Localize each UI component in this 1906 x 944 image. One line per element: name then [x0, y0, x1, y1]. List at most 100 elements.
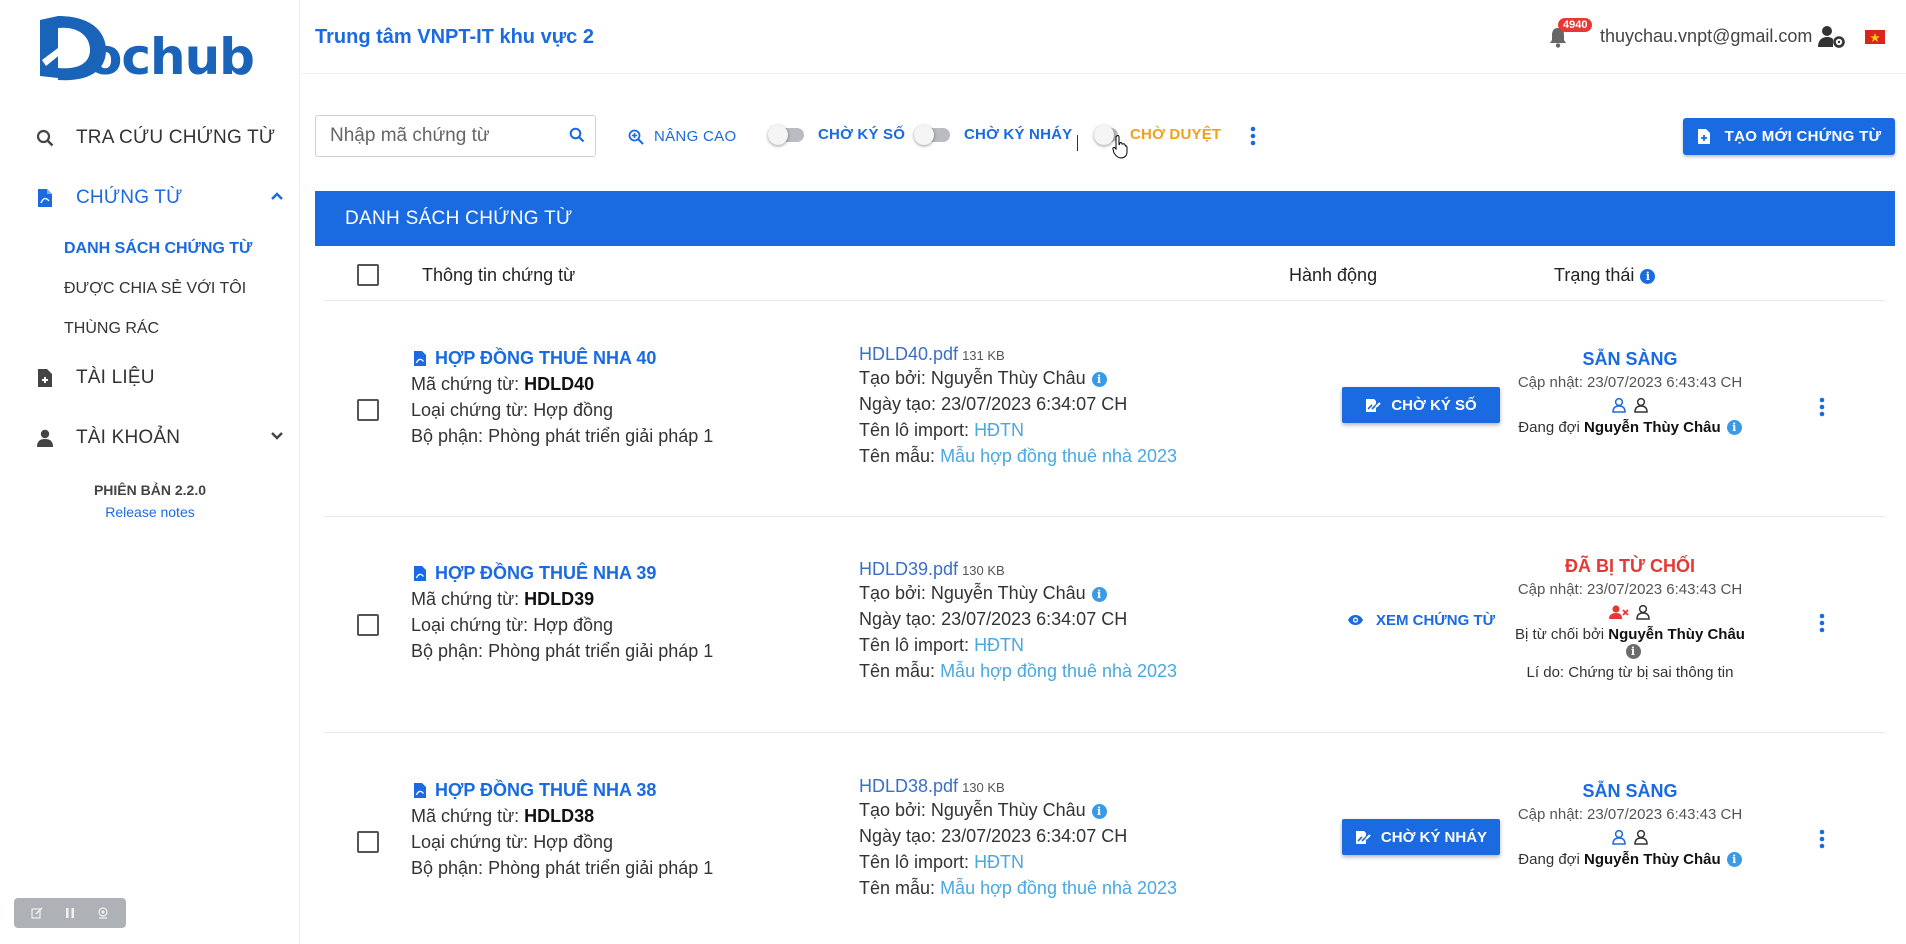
user-icon	[34, 427, 56, 449]
type-value: Hợp đồng	[533, 615, 614, 635]
batch-name: Tên lô import: HĐTN	[859, 635, 1024, 656]
chevron-down-icon[interactable]	[270, 428, 284, 446]
code-value: HDLD39	[524, 589, 595, 609]
app-logo[interactable]: ochub	[36, 14, 255, 86]
document-title-link[interactable]: HỢP ĐỒNG THUÊ NHA 40	[413, 348, 656, 369]
wait-digital-sign-button[interactable]: CHỜ KÝ SỐ	[1342, 387, 1500, 423]
edit-icon[interactable]	[30, 906, 44, 920]
pause-icon[interactable]	[63, 906, 77, 920]
user-gear-icon[interactable]	[1818, 25, 1846, 49]
file-info: HDLD38.pdf 130 KB	[859, 776, 1005, 797]
row-checkbox[interactable]	[357, 614, 379, 636]
status-updated: Cập nhật: 23/07/2023 6:43:43 CH	[1505, 374, 1755, 391]
created-at-value: 23/07/2023 6:34:07 CH	[941, 609, 1128, 629]
batch-link[interactable]: HĐTN	[974, 635, 1024, 655]
batch-link[interactable]: HĐTN	[974, 420, 1024, 440]
nav-item-files[interactable]: TÀI LIỆU	[34, 358, 284, 398]
info-icon[interactable]: i	[1091, 587, 1107, 602]
sub-item-trash[interactable]: THÙNG RÁC	[64, 320, 159, 338]
sub-item-document-list[interactable]: DANH SÁCH CHỨNG TỪ	[64, 240, 252, 258]
document-title: HỢP ĐỒNG THUÊ NHA 38	[435, 780, 657, 800]
sub-item-shared-with-me[interactable]: ĐƯỢC CHIA SẺ VỚI TÔI	[64, 280, 246, 298]
info-icon[interactable]: i	[1726, 852, 1742, 867]
user-icon[interactable]	[1611, 397, 1627, 413]
user-icon[interactable]	[1611, 829, 1627, 845]
nav-item-account[interactable]: TÀI KHOẢN	[34, 418, 284, 458]
document-code-search-input[interactable]	[316, 116, 546, 156]
toggle-wait-digital-sign[interactable]: CHỜ KÝ SỐ	[768, 124, 905, 145]
info-icon[interactable]: i	[1625, 644, 1641, 659]
batch-link[interactable]: HĐTN	[974, 852, 1024, 872]
status-updated: Cập nhật: 23/07/2023 6:43:43 CH	[1505, 806, 1755, 823]
user-icon[interactable]	[1635, 604, 1651, 620]
info-icon[interactable]: i	[1726, 420, 1742, 435]
chevron-up-icon[interactable]	[270, 188, 284, 206]
waiting-label: Đang đợi	[1518, 851, 1580, 868]
file-link[interactable]: HDLD38.pdf	[859, 776, 958, 796]
user-x-icon[interactable]	[1609, 604, 1629, 620]
status-updated: Cập nhật: 23/07/2023 6:43:43 CH	[1505, 581, 1755, 598]
select-all-checkbox[interactable]	[357, 264, 379, 286]
row-checkbox[interactable]	[357, 831, 379, 853]
updated-label: Cập nhật:	[1517, 374, 1583, 391]
file-info: HDLD40.pdf 131 KB	[859, 344, 1005, 365]
row-more-vertical-icon[interactable]	[1819, 613, 1825, 638]
status-column: SẴN SÀNG Cập nhật: 23/07/2023 6:43:43 CH…	[1505, 781, 1755, 868]
creator-value: Nguyễn Thùy Châu	[930, 800, 1086, 820]
signer-icons	[1505, 829, 1755, 847]
release-notes-link[interactable]: Release notes	[0, 504, 300, 520]
code-label: Mã chứng từ:	[411, 374, 520, 394]
document-title-link[interactable]: HỢP ĐỒNG THUÊ NHA 38	[413, 780, 656, 801]
info-icon[interactable]: i	[1640, 269, 1656, 284]
status-waiting: Đang đợi Nguyễn Thùy Châu i	[1505, 419, 1755, 436]
nav-item-documents[interactable]: CHỨNG TỪ	[34, 178, 284, 218]
document-code: Mã chứng từ: HDLD40	[411, 374, 594, 395]
user-email[interactable]: thuychau.vnpt@gmail.com	[1600, 26, 1812, 47]
create-document-button[interactable]: TẠO MỚI CHỨNG TỪ	[1683, 118, 1895, 155]
file-link[interactable]: HDLD39.pdf	[859, 559, 958, 579]
advanced-search-button[interactable]: NÂNG CAO	[628, 128, 736, 145]
more-vertical-icon[interactable]	[1250, 126, 1256, 151]
rejected-by-label: Bị từ chối bởi	[1515, 626, 1605, 643]
department-label: Bộ phận:	[411, 641, 484, 661]
flag-icon[interactable]	[1865, 30, 1885, 44]
row-more-vertical-icon[interactable]	[1819, 397, 1825, 422]
file-link[interactable]: HDLD40.pdf	[859, 344, 958, 364]
signature-icon	[1355, 830, 1371, 844]
status-column: SẴN SÀNG Cập nhật: 23/07/2023 6:43:43 CH…	[1505, 349, 1755, 436]
row-checkbox[interactable]	[357, 399, 379, 421]
info-icon[interactable]: i	[1091, 372, 1107, 387]
wait-initial-sign-button[interactable]: CHỜ KÝ NHÁY	[1342, 819, 1500, 855]
template-link[interactable]: Mẫu hợp đồng thuê nhà 2023	[940, 446, 1177, 466]
template-name: Tên mẫu: Mẫu hợp đồng thuê nhà 2023	[859, 446, 1177, 467]
action-label: XEM CHỨNG TỪ	[1375, 611, 1496, 629]
nav-item-account-label: TÀI KHOẢN	[76, 427, 181, 448]
document-title-link[interactable]: HỢP ĐỒNG THUÊ NHA 39	[413, 563, 656, 584]
file-plus-icon	[1697, 129, 1710, 144]
template-label: Tên mẫu:	[859, 661, 936, 681]
document-type: Loại chứng từ: Hợp đồng	[411, 400, 613, 421]
department-value: Phòng phát triển giải pháp 1	[488, 641, 714, 661]
notification-badge: 4940	[1558, 18, 1593, 32]
template-link[interactable]: Mẫu hợp đồng thuê nhà 2023	[940, 661, 1177, 681]
table-row: HỢP ĐỒNG THUÊ NHA 38 Mã chứng từ: HDLD38…	[325, 733, 1885, 944]
nav-item-search[interactable]: TRA CỨU CHỨNG TỪ	[34, 118, 284, 158]
toggle-wait-initial-sign[interactable]: CHỜ KÝ NHÁY	[914, 124, 1072, 145]
user-icon[interactable]	[1633, 397, 1649, 413]
file-info: HDLD39.pdf 130 KB	[859, 559, 1005, 580]
view-document-button[interactable]: XEM CHỨNG TỪ	[1342, 602, 1500, 638]
column-header-action: Hành động	[1289, 265, 1378, 285]
template-link[interactable]: Mẫu hợp đồng thuê nhà 2023	[940, 878, 1177, 898]
created-at-label: Ngày tạo:	[859, 826, 937, 846]
toggle-knob	[1094, 124, 1114, 145]
file-size: 130 KB	[962, 780, 1005, 795]
created-at-label: Ngày tạo:	[859, 609, 937, 629]
sidebar: ochub TRA CỨU CHỨNG TỪ CHỨNG TỪ DANH SÁC…	[0, 0, 300, 944]
webcam-icon[interactable]	[96, 906, 110, 920]
user-icon[interactable]	[1633, 829, 1649, 845]
info-icon[interactable]: i	[1091, 804, 1107, 819]
rejected-by-user: Nguyễn Thùy Châu	[1608, 626, 1745, 643]
row-more-vertical-icon[interactable]	[1819, 829, 1825, 854]
search-icon[interactable]	[569, 127, 585, 148]
batch-label: Tên lô import:	[859, 635, 970, 655]
